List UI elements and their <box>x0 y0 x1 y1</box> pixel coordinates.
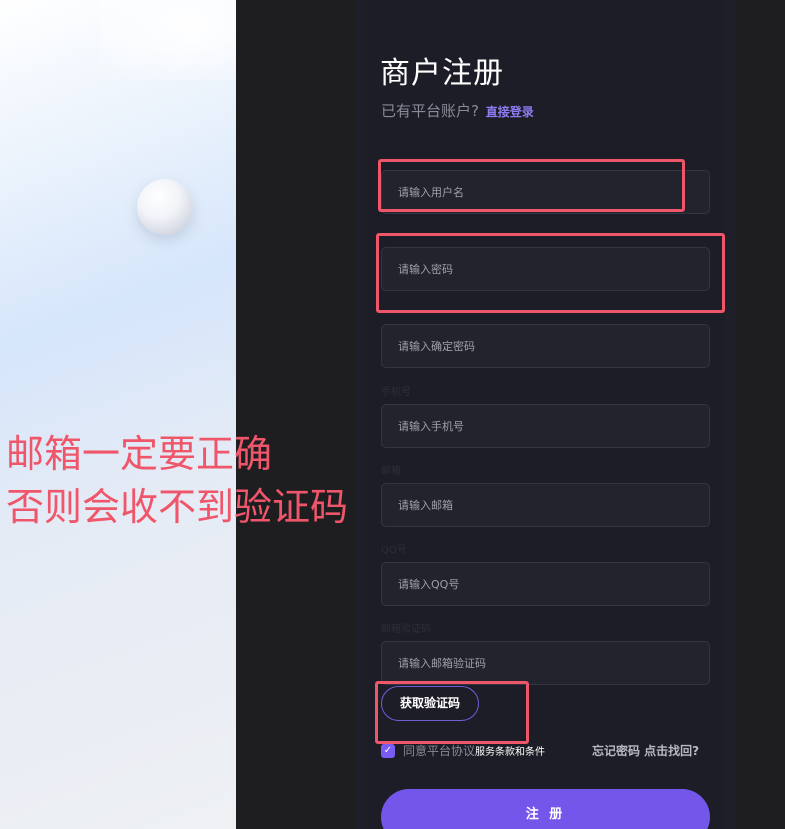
check-icon: ✓ <box>383 744 393 756</box>
subtitle: 已有平台账户? 直接登录 <box>381 100 534 121</box>
dark-gutter-right <box>736 0 785 829</box>
annotation-box-password <box>376 233 725 313</box>
login-link[interactable]: 直接登录 <box>486 105 534 119</box>
email-input[interactable] <box>381 483 710 527</box>
background-haze <box>100 0 236 80</box>
background-image <box>0 0 236 829</box>
email-label: 邮箱 <box>381 466 401 477</box>
forgot-password-link[interactable]: 忘记密码 点击找回? <box>592 742 699 759</box>
annotation-text-line2: 否则会收不到验证码 <box>6 485 349 529</box>
page-title: 商户注册 <box>380 56 504 91</box>
terms-link[interactable]: 服务条款和条件 <box>475 743 545 758</box>
annotation-box-get-code <box>375 681 529 744</box>
agree-row: ✓ 同意平台协议 服务条款和条件 <box>381 742 545 759</box>
phone-label: 手机号 <box>381 387 411 398</box>
qq-label: QQ号 <box>381 545 407 556</box>
agree-text: 同意平台协议 <box>403 744 476 758</box>
register-button[interactable]: 注 册 <box>381 789 710 829</box>
phone-input[interactable] <box>381 404 710 448</box>
annotation-text-line1: 邮箱一定要正确 <box>6 432 273 476</box>
qq-input[interactable] <box>381 562 710 606</box>
subtitle-text: 已有平台账户? <box>381 102 479 120</box>
agree-checkbox[interactable]: ✓ <box>381 743 395 758</box>
email-code-label: 邮箱验证码 <box>381 624 431 635</box>
confirm-password-input[interactable] <box>381 324 710 368</box>
dark-gutter-left <box>236 0 356 829</box>
decorative-sphere <box>137 179 193 235</box>
email-code-input[interactable] <box>381 641 710 685</box>
annotation-box-username <box>378 159 685 212</box>
